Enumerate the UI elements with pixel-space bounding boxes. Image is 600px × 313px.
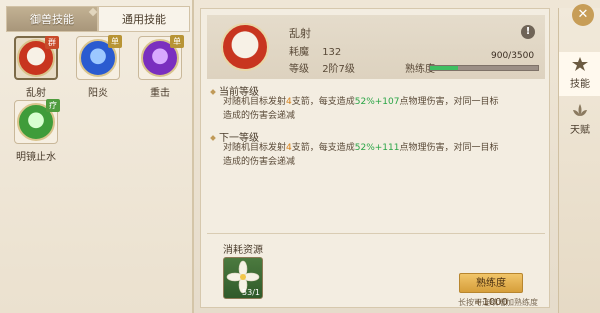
skill-badge-single: 单 (108, 35, 122, 48)
skill-badge-heal: 疗 (46, 99, 60, 112)
skill-list-panel: 御兽技能 通用技能 群 乱射 单 阳炎 单 重击 疗 明镜止水 (0, 0, 194, 313)
skill-slot: 群 (14, 36, 59, 80)
skill-tabs: 御兽技能 通用技能 (6, 6, 190, 32)
skill-item-mingjingzhishui[interactable]: 疗 明镜止水 (12, 99, 60, 163)
desc-text: 对随机目标发射 (223, 97, 287, 107)
desc-text: 支箭，每支造成 (291, 143, 355, 153)
desc-text: 支箭，每支造成 (291, 97, 355, 107)
mana-cost-value: 132 (322, 47, 342, 58)
next-level-description: 对随机目标发射4支箭，每支造成52%+111点物理伤害，对同一目标 造成的伤害会… (223, 141, 543, 169)
skill-header: 乱射 耗魔 132 等级 2阶7级 900/3500 熟练度 ! (207, 15, 545, 79)
skill-name: 阳炎 (88, 88, 108, 99)
proficiency-bar-fill (430, 66, 458, 70)
skill-slot: 疗 (14, 99, 60, 144)
skill-level: 等级 2阶7级 (289, 60, 355, 75)
desc-text: 对随机目标发射 (223, 143, 287, 153)
mana-cost-label: 耗魔 (289, 47, 309, 58)
skill-badge-group: 群 (45, 36, 59, 49)
skill-detail-panel: 乱射 耗魔 132 等级 2阶7级 900/3500 熟练度 ! 当前等级 对随… (200, 8, 550, 308)
level-value: 2阶7级 (322, 64, 355, 75)
skill-item-yangyan[interactable]: 单 阳炎 (74, 35, 122, 99)
desc-text: 点物理伤害，对同一目标 (399, 97, 499, 107)
desc-text: 造成的伤害会递减 (223, 111, 296, 121)
info-icon[interactable]: ! (521, 25, 535, 39)
proficiency-bar (429, 65, 539, 71)
skill-slot: 单 (138, 35, 184, 80)
level-label: 等级 (289, 64, 309, 75)
add-proficiency-button[interactable]: 熟练度+1000 (459, 273, 523, 308)
skill-badge-single: 单 (170, 35, 184, 48)
side-nav-talent[interactable]: 天赋 (559, 98, 600, 142)
skill-item-zhongji[interactable]: 单 重击 (136, 35, 184, 99)
desc-text: 点物理伤害，对同一目标 (399, 143, 499, 153)
long-press-hint: 长按可连续增加熟练度 (458, 298, 538, 307)
flower-item-slot[interactable]: 53/1 (223, 257, 263, 299)
skill-title: 乱射 (289, 27, 311, 40)
skill-name: 重击 (150, 88, 170, 99)
skill-name: 明镜止水 (16, 152, 56, 163)
mana-cost: 耗魔 132 (289, 43, 341, 58)
star-icon (572, 57, 588, 71)
desc-text: 造成的伤害会递减 (223, 157, 296, 167)
tab-pet-skills[interactable]: 御兽技能 (6, 6, 98, 32)
item-count: 53/1 (242, 288, 260, 297)
close-button[interactable]: ✕ (572, 4, 594, 26)
divider (207, 233, 545, 234)
tab-common-skills[interactable]: 通用技能 (98, 6, 190, 32)
side-nav-label: 技能 (570, 79, 590, 90)
arrow-burst-icon (221, 23, 269, 71)
skill-slot: 单 (76, 35, 122, 80)
consume-heading: 消耗资源 (223, 245, 263, 256)
damage-value: 52%+107 (354, 97, 400, 107)
proficiency-value: 900/3500 (491, 51, 535, 61)
damage-value: 52%+111 (354, 143, 400, 153)
side-nav: 技能 天赋 (558, 8, 600, 313)
current-level-description: 对随机目标发射4支箭，每支造成52%+107点物理伤害，对同一目标 造成的伤害会… (223, 95, 543, 123)
side-nav-skills[interactable]: 技能 (559, 52, 600, 96)
side-nav-label: 天赋 (570, 125, 590, 136)
lotus-icon (573, 104, 587, 116)
skill-name: 乱射 (26, 88, 46, 99)
skill-item-luanshe[interactable]: 群 乱射 (12, 36, 60, 99)
